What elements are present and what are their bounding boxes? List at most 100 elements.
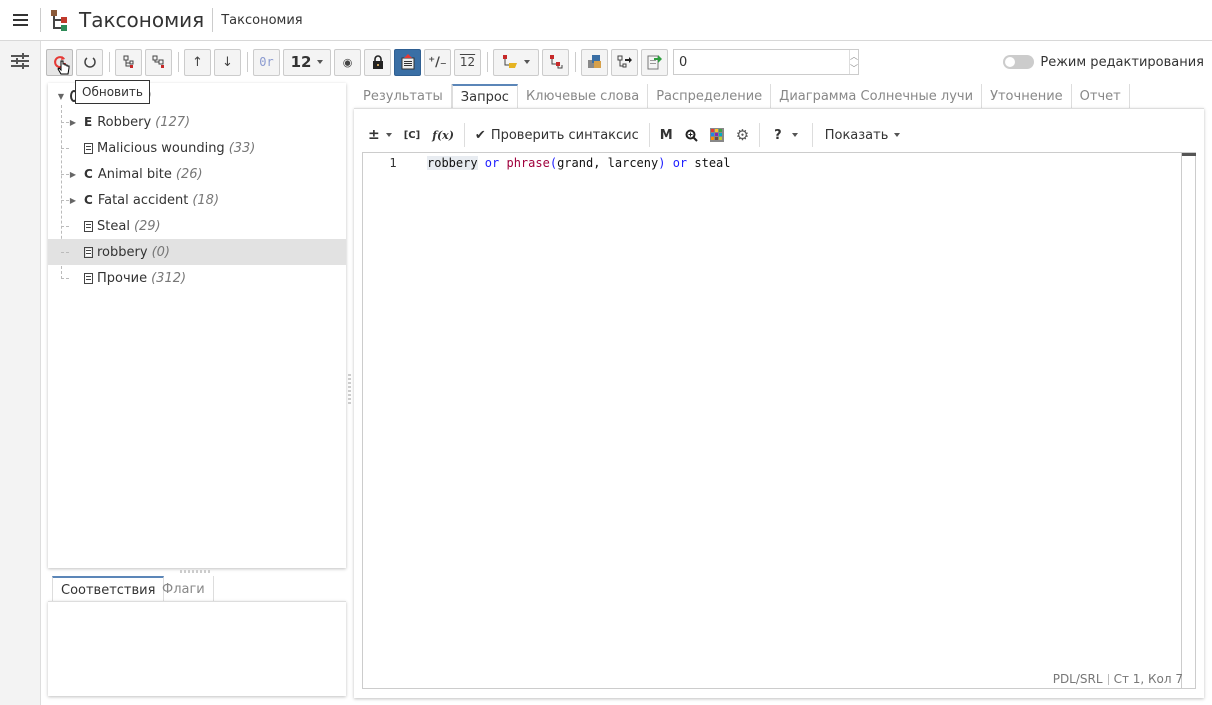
calendar-button[interactable]: 12 — [454, 48, 481, 76]
document-icon — [84, 272, 93, 284]
editor-scrollbar[interactable] — [1181, 153, 1196, 688]
tree-node-label: Animal bite — [97, 166, 172, 182]
tab-keywords[interactable]: Ключевые слова — [517, 84, 649, 108]
chevron-down-icon — [317, 60, 324, 64]
tree-folder-dropdown[interactable] — [493, 48, 539, 76]
tab-matches[interactable]: Соответствия — [52, 576, 165, 602]
function-icon: f(x) — [432, 128, 454, 142]
caret-down-icon[interactable]: ▼ — [56, 92, 66, 101]
spin-up-button[interactable]: ︿ — [850, 50, 858, 62]
tree-node-selected[interactable]: robbery (0) — [48, 239, 346, 265]
brackets-icon: [C] — [403, 129, 421, 141]
tree-node-label: Steal — [97, 218, 130, 234]
query-panel: ± [C] f(x) ✔ Проверить синтаксис M ⚙ ? П… — [354, 108, 1204, 698]
number-spinner[interactable]: ︿ ﹀ — [673, 49, 859, 75]
lock-button[interactable] — [364, 48, 391, 76]
tab-flags[interactable]: Флаги — [154, 576, 214, 602]
arrow-down-icon: ↓ — [222, 54, 233, 70]
horizontal-splitter-handle[interactable] — [180, 570, 212, 573]
show-dropdown[interactable]: Показать — [817, 121, 909, 149]
add-sibling-node-button[interactable] — [145, 48, 172, 76]
tab-report[interactable]: Отчет — [1071, 84, 1130, 108]
plusminus-dropdown[interactable]: ± — [362, 121, 398, 149]
caret-right-icon[interactable]: ▶ — [68, 118, 78, 127]
editor-toolbar: ± [C] f(x) ✔ Проверить синтаксис M ⚙ ? П… — [362, 121, 908, 149]
spin-down-button[interactable]: ﹀ — [850, 62, 858, 74]
tree-node[interactable]: ▶ C Animal bite (26) — [48, 161, 346, 187]
check-syntax-button[interactable]: ✔ Проверить синтаксис — [469, 121, 645, 149]
hand-cursor-icon — [57, 60, 71, 82]
code-token: or — [477, 156, 507, 170]
tab-distribution[interactable]: Распределение — [648, 84, 772, 108]
help-dropdown[interactable]: ? — [764, 121, 808, 149]
tree-node-count: (18) — [192, 192, 220, 208]
main-tab-bar: Результаты Запрос Ключевые слова Распред… — [355, 84, 1130, 109]
document-icon — [84, 142, 93, 154]
tree-export-icon — [617, 55, 632, 68]
calendar-12-icon: 12 — [459, 55, 476, 69]
m-button[interactable]: M — [654, 121, 679, 149]
function-button[interactable]: f(x) — [426, 121, 460, 149]
tree-collapse-button[interactable] — [542, 48, 569, 76]
plusminus-icon: ± — [368, 127, 380, 143]
color-grid-button[interactable] — [704, 121, 730, 149]
edit-mode-toggle-group: Режим редактирования — [1003, 48, 1204, 76]
filters-button[interactable] — [0, 41, 40, 81]
tree-node[interactable]: ▶ C Fatal accident (18) — [48, 187, 346, 213]
move-up-button[interactable]: ↑ — [184, 48, 211, 76]
toolbar-separator — [178, 52, 179, 72]
export-active-button[interactable] — [394, 48, 421, 76]
entity-type-badge: E — [84, 115, 93, 129]
percent-button[interactable]: ⁺∕₋ — [424, 48, 451, 76]
tree-node-count: (26) — [175, 166, 203, 182]
add-child-node-button[interactable] — [115, 48, 142, 76]
tree-node[interactable]: Steal (29) — [48, 213, 346, 239]
tab-results[interactable]: Результаты — [355, 84, 452, 108]
bottom-tab-bar: Соответствия Флаги — [48, 576, 346, 602]
doc-export-button[interactable] — [641, 48, 668, 76]
tree-node-label: Fatal accident — [97, 192, 189, 208]
tab-query[interactable]: Запрос — [451, 84, 518, 109]
taxonomy-logo-icon — [49, 8, 71, 32]
number-input[interactable] — [674, 50, 849, 74]
code-token: steal — [694, 156, 731, 170]
preview-button[interactable]: ◉ — [334, 48, 361, 76]
caret-right-icon[interactable]: ▶ — [68, 170, 78, 179]
or-operator-button[interactable]: 0r — [253, 48, 280, 76]
zoom-search-button[interactable] — [679, 121, 704, 149]
tree-node[interactable]: Прочие (312) — [48, 265, 346, 291]
show-label: Показать — [824, 127, 889, 143]
settings-button[interactable]: ⚙ — [730, 121, 755, 149]
tree-node[interactable]: Malicious wounding (33) — [48, 135, 346, 161]
query-editor[interactable]: 1 robbery or phrase(grand, larceny) or s… — [362, 152, 1196, 689]
toolbar-separator — [811, 123, 813, 147]
lock-icon — [372, 55, 383, 69]
chevron-down-icon — [894, 133, 901, 137]
toolbar-separator — [109, 52, 110, 72]
tree-node-count: (29) — [133, 218, 161, 234]
brackets-button[interactable]: [C] — [398, 121, 426, 149]
language-label: PDL/SRL — [1052, 672, 1103, 686]
category-type-badge: C — [84, 193, 93, 207]
caret-right-icon[interactable]: ▶ — [68, 196, 78, 205]
reload-button[interactable] — [76, 48, 103, 76]
tree-node-label: robbery — [97, 244, 148, 260]
layers-button[interactable] — [581, 48, 608, 76]
spinner-arrows: ︿ ﹀ — [849, 50, 858, 74]
code-token: robbery — [427, 156, 478, 170]
tree-sibling-icon — [152, 55, 164, 68]
gear-icon: ⚙ — [735, 126, 750, 144]
toolbar-separator — [759, 123, 761, 147]
code-token: grand, larceny — [557, 156, 659, 170]
vertical-splitter-handle[interactable] — [348, 374, 351, 406]
hamburger-menu-button[interactable] — [0, 0, 40, 40]
tree-node[interactable]: ▶ E Robbery (127) — [48, 109, 346, 135]
tab-sunburst[interactable]: Диаграмма Солнечные лучи — [771, 84, 983, 108]
breadcrumb[interactable]: Таксономия — [221, 13, 302, 28]
tab-refinement[interactable]: Уточнение — [982, 84, 1072, 108]
move-down-button[interactable]: ↓ — [214, 48, 241, 76]
font-size-dropdown[interactable]: 12 — [283, 48, 331, 76]
code-line[interactable]: robbery or phrase(grand, larceny) or ste… — [427, 156, 731, 170]
tree-export-button[interactable] — [611, 48, 638, 76]
edit-mode-toggle[interactable] — [1003, 55, 1035, 69]
